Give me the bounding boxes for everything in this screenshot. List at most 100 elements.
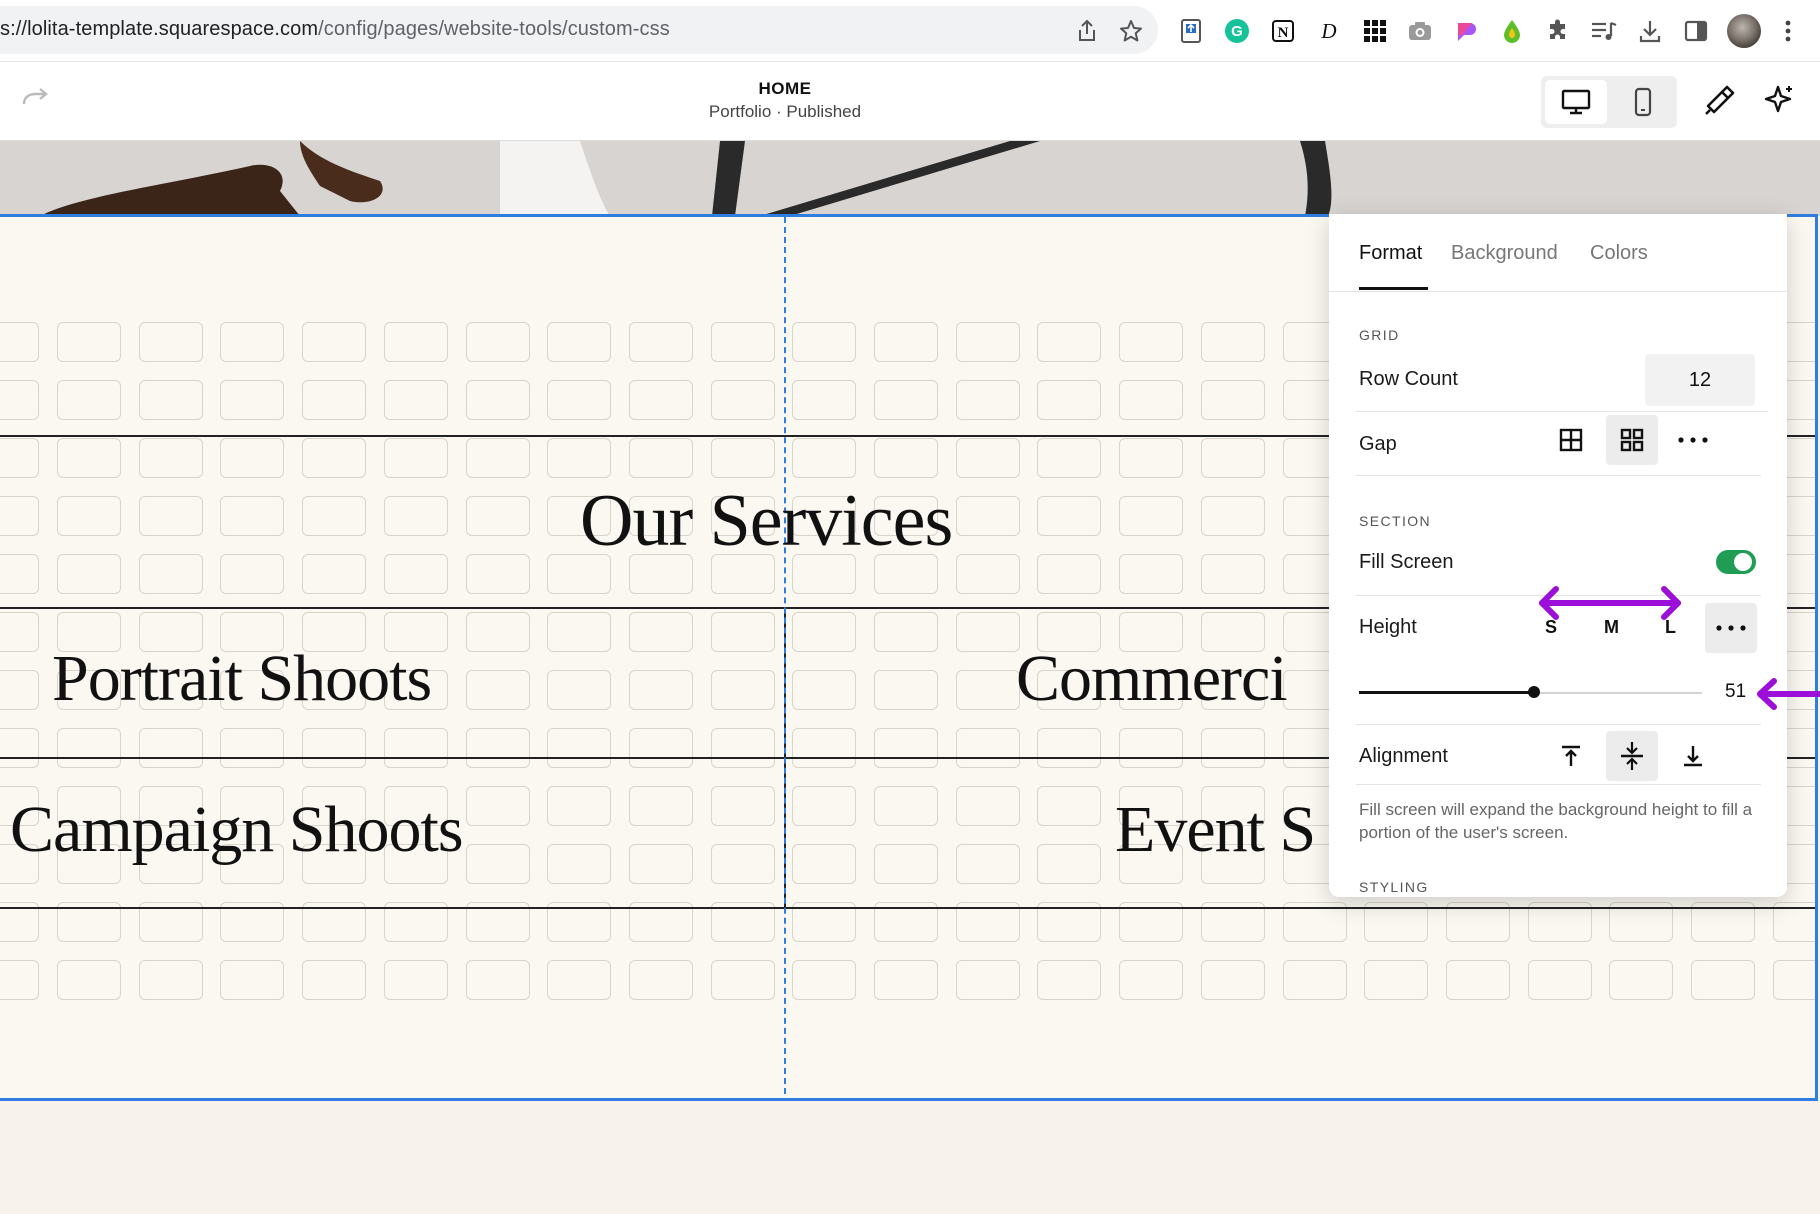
url-text[interactable]: s://lolita-template.squarespace.com/conf… (0, 18, 670, 41)
gap-more-button[interactable] (1667, 415, 1719, 465)
dash-d-icon[interactable]: D (1314, 16, 1344, 46)
sidepanel-icon[interactable] (1681, 16, 1711, 46)
grid-cell (955, 380, 1020, 420)
grid-cell (0, 554, 40, 594)
drop-extension-icon[interactable] (1497, 16, 1527, 46)
grid-apps-icon[interactable] (1360, 16, 1390, 46)
mobile-view-button[interactable] (1612, 80, 1674, 124)
grid-cell (57, 322, 121, 362)
height-value[interactable]: 51 (1725, 681, 1746, 703)
grid-cell (628, 612, 693, 652)
camera-icon[interactable] (1405, 16, 1435, 46)
playlist-icon[interactable] (1589, 16, 1619, 46)
grid-cell (874, 960, 938, 1000)
grid-cell (220, 438, 285, 478)
grid-cell (383, 728, 448, 768)
align-top-button[interactable] (1545, 731, 1597, 781)
align-center-button[interactable] (1606, 731, 1658, 781)
grid-cell (383, 554, 448, 594)
grid-cell (628, 844, 693, 884)
gap-none-button[interactable] (1545, 415, 1597, 465)
download-icon[interactable] (1635, 16, 1665, 46)
profile-avatar[interactable] (1727, 14, 1761, 48)
grid-cell (955, 554, 1020, 594)
service-title[interactable]: Commerci (1016, 641, 1288, 717)
star-icon[interactable] (1116, 16, 1146, 46)
tab-background[interactable]: Background (1451, 242, 1558, 265)
gap-label: Gap (1359, 433, 1397, 455)
grid-cell (628, 438, 693, 478)
grid-cell (547, 438, 612, 478)
svg-text:G: G (1231, 23, 1243, 40)
section-heading[interactable]: Our Services (580, 479, 953, 564)
puzzle-icon[interactable] (1543, 16, 1573, 46)
service-title[interactable]: Portrait Shoots (52, 641, 432, 717)
grid-cell (465, 728, 530, 768)
row-count-label: Row Count (1359, 368, 1458, 390)
grid-cell (1200, 322, 1265, 362)
grid-cell (1037, 438, 1102, 478)
sparkle-icon[interactable] (1762, 84, 1794, 121)
paintbrush-icon[interactable] (1702, 84, 1736, 123)
grid-cell (1037, 960, 1102, 1000)
grid-cell (792, 612, 857, 652)
grid-cell (710, 438, 775, 478)
grid-cell (383, 322, 448, 362)
gradient-extension-icon[interactable] (1451, 16, 1481, 46)
tab-colors[interactable]: Colors (1590, 242, 1648, 265)
grid-cell (792, 670, 857, 710)
align-bottom-button[interactable] (1667, 731, 1719, 781)
grid-cell (302, 496, 367, 536)
grid-cell (302, 380, 367, 420)
kebab-menu-icon[interactable] (1773, 16, 1803, 46)
grid-cell (57, 438, 121, 478)
align-bottom-icon (1684, 746, 1702, 767)
grid-cell (1037, 844, 1102, 884)
extension-pdf-icon[interactable] (1176, 16, 1206, 46)
height-slider-handle[interactable] (1527, 686, 1540, 698)
grid-cell (0, 438, 40, 478)
grid-cell (1200, 496, 1265, 536)
arrow-annotation (1752, 676, 1820, 717)
height-custom-button[interactable] (1705, 603, 1757, 653)
share-icon[interactable] (1072, 16, 1102, 46)
grid-cell (792, 786, 857, 826)
grid-cell (302, 554, 367, 594)
grid-cell (792, 960, 857, 1000)
grammarly-icon[interactable]: G (1222, 16, 1252, 46)
grid-cell (547, 380, 612, 420)
grid-cell (0, 960, 40, 1000)
grid-cell (220, 960, 285, 1000)
grid-cell (1200, 438, 1265, 478)
grid-cell (0, 728, 40, 768)
grid-cell (1527, 960, 1592, 1000)
grid-cell (1691, 960, 1755, 1000)
divider (1356, 784, 1761, 785)
grid-cell (1119, 728, 1184, 768)
alignment-label: Alignment (1359, 745, 1448, 767)
grid-cell (383, 438, 448, 478)
grid-cell (383, 960, 448, 1000)
styling-section-header: STYLING (1359, 879, 1429, 895)
row-count-input[interactable]: 12 (1645, 354, 1755, 406)
tab-format[interactable]: Format (1359, 242, 1422, 265)
grid-cell (874, 322, 938, 362)
service-title[interactable]: Campaign Shoots (10, 792, 464, 868)
hero-image (0, 141, 1820, 216)
page-title[interactable]: HOME (0, 79, 1570, 99)
gap-spaced-button[interactable] (1606, 415, 1658, 465)
desktop-view-button[interactable] (1545, 80, 1607, 124)
grid-cell (1037, 380, 1102, 420)
grid-cell (710, 322, 775, 362)
grid-cell (1200, 554, 1265, 594)
notion-icon[interactable]: N (1268, 16, 1298, 46)
grid-cell (1200, 960, 1265, 1000)
grid-cell (138, 322, 203, 362)
grid-cell (955, 728, 1020, 768)
grid-cell (138, 496, 203, 536)
grid-cell (628, 670, 693, 710)
more-dots-icon (1716, 625, 1746, 631)
grid-cell (0, 380, 40, 420)
service-title[interactable]: Event S (1115, 792, 1316, 868)
grid-tight-icon (1559, 428, 1583, 452)
